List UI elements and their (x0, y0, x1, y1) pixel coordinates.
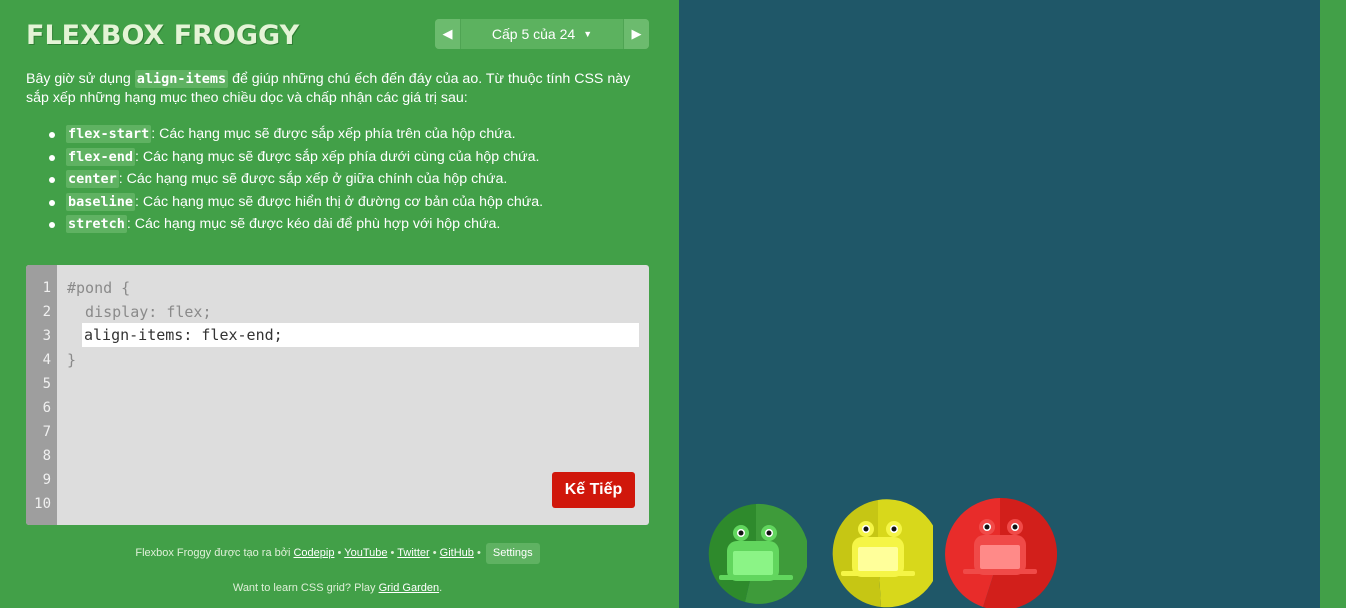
value-description: : Các hạng mục sẽ được hiển thị ở đường … (135, 193, 544, 210)
github-link[interactable]: GitHub (440, 547, 474, 559)
instructions-text-before: Bây giờ sử dụng (26, 71, 135, 87)
code-line-closing-brace: } (67, 351, 77, 369)
green-lilypad (708, 503, 807, 604)
value-code: flex-end (66, 147, 136, 166)
separator: • (337, 547, 342, 559)
youtube-link[interactable]: YouTube (344, 547, 387, 559)
css-editor: 1 2 3 4 5 6 7 8 9 10 #pond { display: fl… (26, 265, 649, 525)
line-number: 10 (34, 496, 51, 512)
line-number: 3 (42, 328, 51, 344)
credits-prefix: Flexbox Froggy được tạo ra bởi (135, 547, 291, 559)
list-item: flex-start: Các hạng mục sẽ được sắp xếp… (48, 123, 648, 146)
line-number-gutter: 1 2 3 4 5 6 7 8 9 10 (26, 265, 57, 525)
list-item: baseline: Các hạng mục sẽ được hiển thị … (48, 191, 648, 214)
line-number: 7 (42, 424, 51, 440)
app-title: FLEXBOX FROGGY (26, 20, 300, 51)
caret-down-icon: ▼ (583, 29, 593, 39)
values-list: flex-start: Các hạng mục sẽ được sắp xếp… (48, 123, 648, 236)
previous-level-button[interactable]: ◀ (435, 19, 461, 49)
list-item: flex-end: Các hạng mục sẽ được sắp xếp p… (48, 146, 648, 169)
value-description: : Các hạng mục sẽ được sắp xếp ở giữa ch… (118, 171, 508, 188)
separator: • (432, 547, 437, 559)
level-navigation: ◀ Cấp 5 của 24 ▼ ▶ (435, 19, 649, 49)
line-number: 6 (42, 400, 51, 416)
line-number: 2 (42, 304, 51, 320)
next-button[interactable]: Kế Tiếp (552, 472, 635, 508)
code-line-display: display: flex; (67, 303, 212, 321)
level-label: Cấp 5 của 24 (491, 26, 576, 42)
list-item: center: Các hạng mục sẽ được sắp xếp ở g… (48, 168, 648, 191)
value-description: : Các hạng mục sẽ được sắp xếp phía trên… (151, 126, 516, 142)
right-border (1320, 0, 1346, 608)
next-level-button[interactable]: ▶ (623, 19, 649, 49)
twitter-link[interactable]: Twitter (397, 547, 429, 559)
line-number: 9 (42, 472, 51, 488)
right-arrow-icon: ▶ (631, 26, 642, 41)
codepip-link[interactable]: Codepip (293, 547, 334, 559)
sidebar: FLEXBOX FROGGY ◀ Cấp 5 của 24 ▼ ▶ Bây gi… (0, 0, 679, 608)
promo-suffix: . (439, 582, 443, 594)
left-arrow-icon: ◀ (442, 26, 453, 41)
level-selector[interactable]: Cấp 5 của 24 ▼ (461, 19, 623, 49)
line-number: 4 (42, 352, 51, 368)
instructions: Bây giờ sử dụng align-items để giúp nhữn… (26, 70, 646, 108)
value-code: baseline (66, 192, 136, 211)
promo-prefix: Want to learn CSS grid? Play (232, 582, 376, 594)
property-code: align-items (134, 70, 229, 88)
css-code-input[interactable] (82, 323, 639, 347)
separator: • (390, 547, 395, 559)
credits: Flexbox Froggy được tạo ra bởi Codepip •… (26, 542, 649, 564)
settings-button[interactable]: Settings (485, 543, 540, 564)
grid-garden-promo: Want to learn CSS grid? Play Grid Garden… (26, 582, 649, 594)
grid-garden-link[interactable]: Grid Garden (379, 582, 440, 594)
red-lilypad (945, 497, 1057, 608)
list-item: stretch: Các hạng mục sẽ được kéo dài để… (48, 213, 648, 236)
code-line-selector: #pond { (67, 279, 131, 297)
value-code: center (66, 170, 119, 189)
line-number: 5 (42, 376, 51, 392)
pond-board (679, 0, 1320, 608)
yellow-lilypad (832, 499, 933, 608)
line-number: 8 (42, 448, 51, 464)
separator: • (476, 547, 481, 559)
value-code: stretch (66, 215, 127, 234)
value-description: : Các hạng mục sẽ được kéo dài để phù hợ… (126, 216, 501, 233)
value-description: : Các hạng mục sẽ được sắp xếp phía dưới… (135, 148, 540, 165)
line-number: 1 (42, 280, 51, 296)
value-code: flex-start (66, 125, 152, 143)
